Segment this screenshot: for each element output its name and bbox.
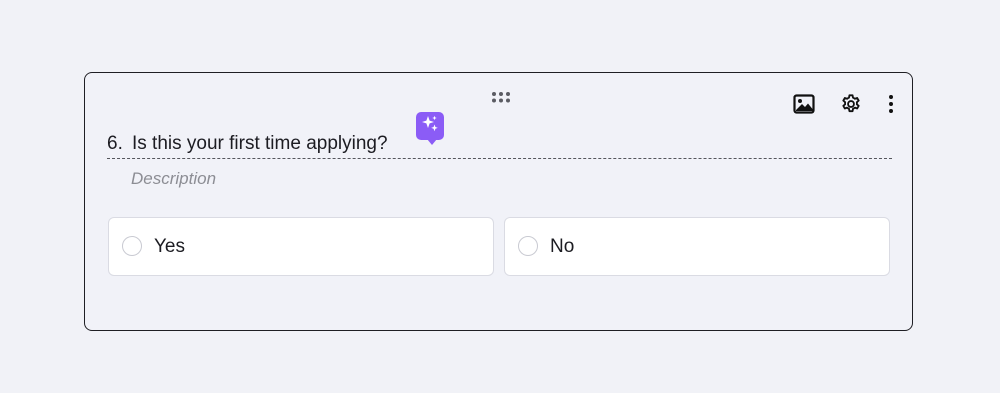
option-label: No — [550, 236, 575, 257]
gear-icon — [840, 93, 862, 120]
question-title-field[interactable]: 6. Is this your first time applying? — [107, 132, 892, 159]
option-yes[interactable]: Yes — [108, 217, 494, 276]
sparkle-icon — [420, 114, 440, 139]
question-number: 6. — [107, 133, 123, 154]
question-card: 6. Is this your first time applying? Des… — [84, 72, 913, 331]
add-image-button[interactable] — [791, 93, 817, 119]
more-options-button[interactable] — [879, 93, 903, 119]
drag-handle-icon[interactable] — [490, 90, 512, 104]
more-vertical-icon — [888, 94, 894, 119]
settings-button[interactable] — [838, 93, 864, 119]
question-title[interactable]: Is this your first time applying? — [132, 132, 388, 156]
option-label: Yes — [154, 236, 185, 257]
description-field[interactable]: Description — [131, 169, 216, 189]
radio-button[interactable] — [518, 236, 538, 256]
ai-assist-button[interactable] — [416, 112, 444, 145]
option-no[interactable]: No — [504, 217, 890, 276]
image-icon — [793, 93, 815, 119]
radio-button[interactable] — [122, 236, 142, 256]
